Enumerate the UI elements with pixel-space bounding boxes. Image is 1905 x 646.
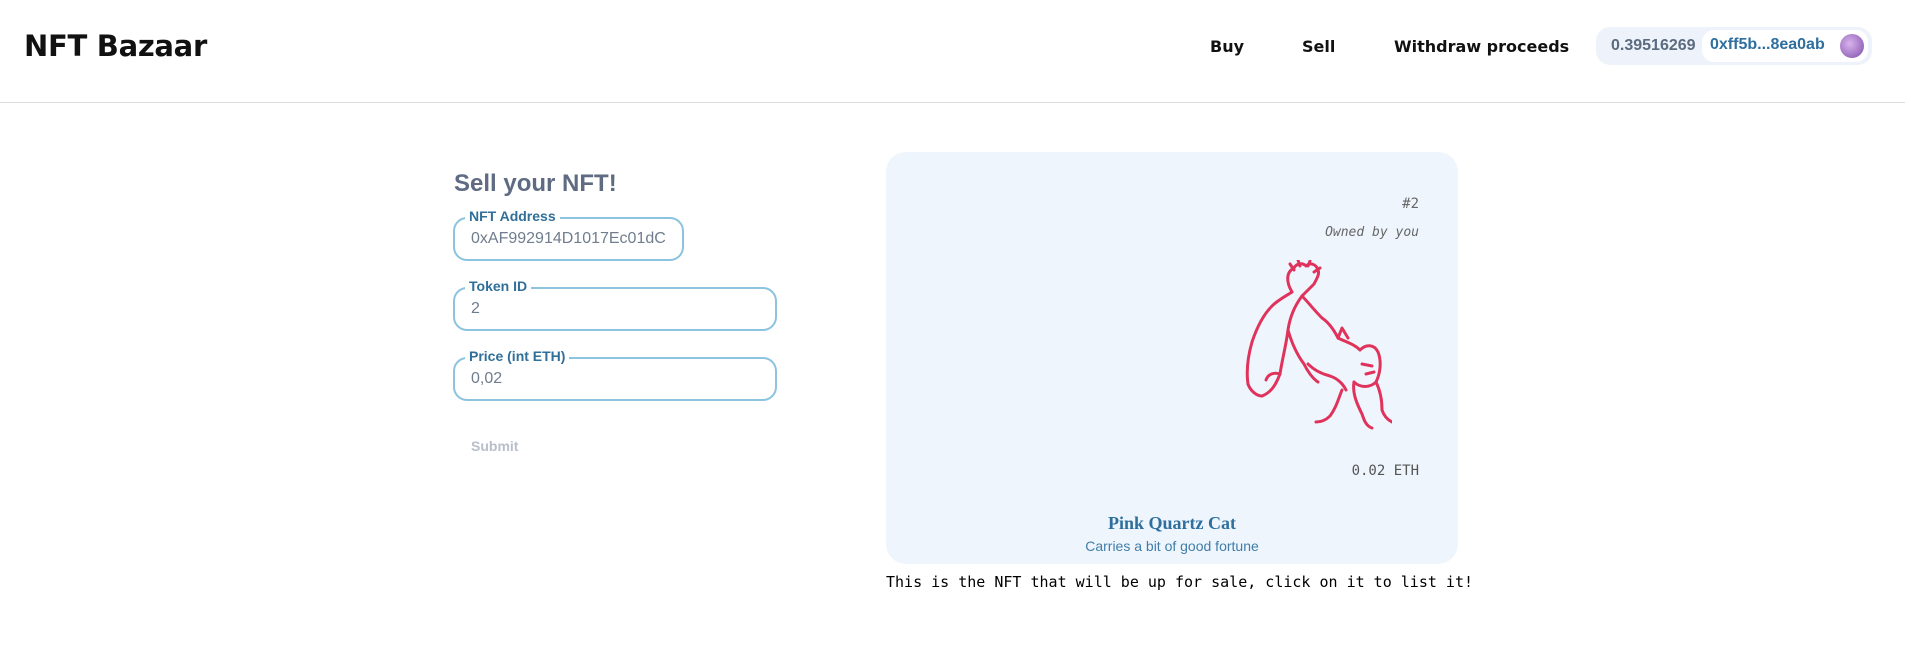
top-nav-bar: NFT Bazaar Buy Sell Withdraw proceeds 0.… (0, 0, 1905, 103)
sell-form-title: Sell your NFT! (454, 170, 617, 197)
nft-name: Pink Quartz Cat (1108, 513, 1236, 533)
nav-buy-link[interactable]: Buy (1210, 37, 1244, 56)
nft-description: Carries a bit of good fortune (1085, 538, 1259, 554)
nft-address-input[interactable] (471, 219, 672, 259)
brand-title: NFT Bazaar (24, 29, 207, 63)
price-field[interactable]: Price (int ETH) (453, 349, 777, 401)
avatar-icon[interactable] (1840, 34, 1864, 58)
cat-illustration (1245, 260, 1392, 430)
account-address: 0xff5b...8ea0ab (1710, 36, 1825, 53)
nav-withdraw-link[interactable]: Withdraw proceeds (1394, 37, 1569, 56)
account-widget[interactable]: 0.39516269 0xff5b...8ea0ab (1596, 27, 1872, 65)
token-id-field[interactable]: Token ID (453, 279, 777, 331)
card-caption: This is the NFT that will be up for sale… (886, 573, 1473, 591)
submit-button[interactable]: Submit (471, 438, 518, 454)
nft-owner: Owned by you (1325, 225, 1419, 240)
nft-address-field[interactable]: NFT Address (453, 209, 684, 261)
account-balance: 0.39516269 (1611, 37, 1696, 54)
nft-price: 0.02 ETH (1351, 463, 1419, 479)
nft-token-id: #2 (1402, 196, 1419, 212)
price-input[interactable] (471, 359, 765, 399)
token-id-input[interactable] (471, 289, 765, 329)
nav-sell-link[interactable]: Sell (1302, 37, 1335, 56)
nft-card[interactable]: #2 Owned by you 0.02 ETH Pink Quartz Cat… (886, 152, 1458, 564)
account-address-pill[interactable]: 0xff5b...8ea0ab (1702, 30, 1868, 62)
